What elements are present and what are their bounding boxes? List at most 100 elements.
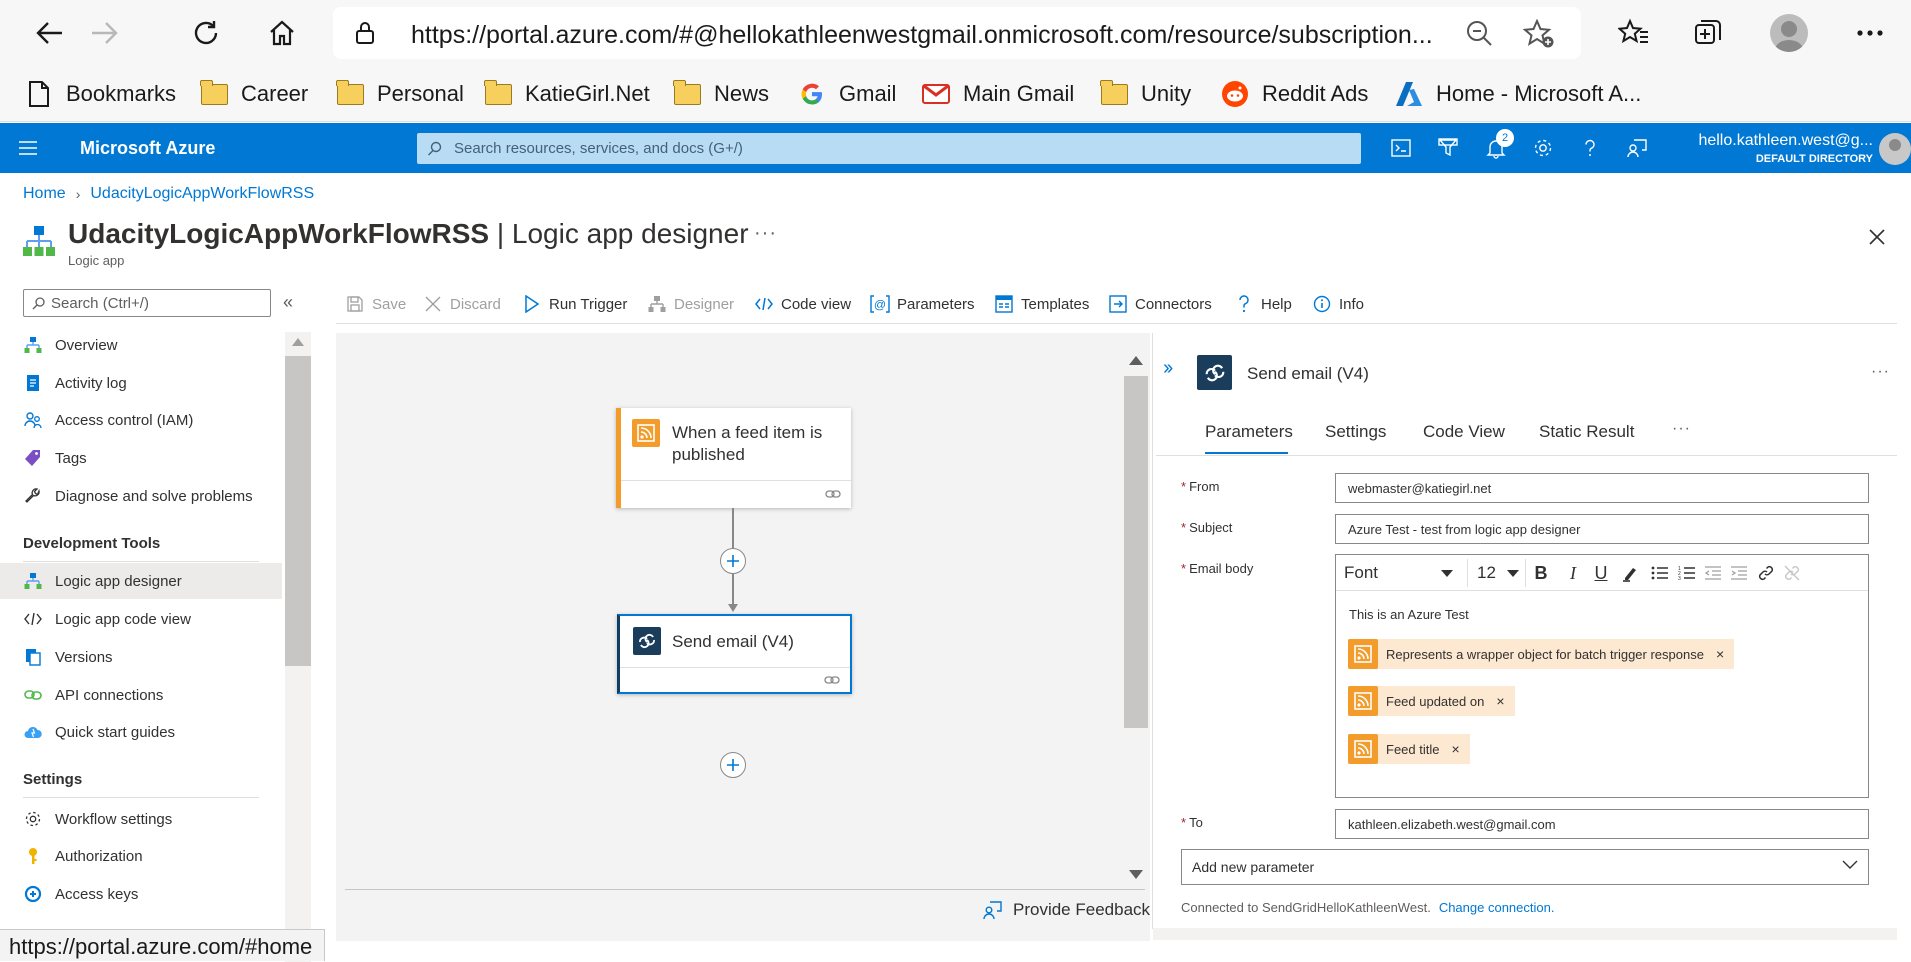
menu-item-quick-start[interactable]: Quick start guides: [0, 714, 282, 750]
directory-filter-icon[interactable]: [1433, 133, 1463, 163]
bookmark-career[interactable]: Career: [200, 78, 308, 110]
remove-link-icon[interactable]: [1780, 561, 1804, 585]
breadcrumb-home[interactable]: Home: [23, 185, 66, 203]
close-icon[interactable]: [1862, 222, 1892, 252]
scroll-down-arrow-icon[interactable]: [1129, 870, 1143, 879]
tab-settings[interactable]: Settings: [1325, 422, 1386, 454]
menu-item-workflow-settings[interactable]: Workflow settings: [0, 801, 282, 837]
menu-scrollbar[interactable]: [285, 332, 311, 962]
menu-item-overview[interactable]: Overview: [0, 327, 282, 363]
account-name[interactable]: hello.kathleen.west@g...: [1698, 132, 1873, 150]
menu-scrollbar-thumb[interactable]: [285, 356, 311, 666]
email-body-text[interactable]: This is an Azure Test: [1349, 607, 1469, 622]
notifications-icon[interactable]: 2: [1481, 129, 1514, 163]
dynamic-content-token[interactable]: Represents a wrapper object for batch tr…: [1348, 639, 1735, 669]
decrease-indent-icon[interactable]: [1701, 561, 1725, 585]
bullet-list-icon[interactable]: [1648, 561, 1672, 585]
canvas-scrollbar-thumb[interactable]: [1124, 376, 1148, 728]
back-button[interactable]: [26, 9, 74, 57]
add-new-parameter-dropdown[interactable]: Add new parameter: [1181, 849, 1869, 885]
bookmark-bookmarks[interactable]: Bookmarks: [25, 78, 176, 110]
cloud-shell-icon[interactable]: [1386, 133, 1416, 163]
menu-item-api-connections[interactable]: API connections: [0, 677, 282, 713]
feedback-icon[interactable]: [1622, 133, 1652, 163]
dynamic-content-token[interactable]: Feed title ×: [1348, 734, 1470, 764]
account-avatar[interactable]: [1879, 133, 1911, 165]
address-bar[interactable]: https://portal.azure.com/#@hellokathleen…: [333, 7, 1581, 59]
bookmark-microsoft-azure[interactable]: Home - Microsoft A...: [1395, 78, 1641, 110]
remove-token-icon[interactable]: ×: [1716, 646, 1724, 662]
remove-token-icon[interactable]: ×: [1496, 693, 1504, 709]
menu-item-access-keys[interactable]: Access keys: [0, 876, 282, 912]
azure-brand[interactable]: Microsoft Azure: [80, 138, 215, 159]
menu-item-authorization[interactable]: Authorization: [0, 838, 282, 874]
discard-button[interactable]: Discard: [423, 290, 501, 318]
run-trigger-button[interactable]: Run Trigger: [522, 290, 627, 318]
highlight-icon[interactable]: [1618, 561, 1642, 585]
code-view-button[interactable]: Code view: [754, 290, 851, 318]
bookmark-news[interactable]: News: [673, 78, 769, 110]
connectors-button[interactable]: Connectors: [1108, 290, 1212, 318]
dynamic-content-token[interactable]: Feed updated on ×: [1348, 686, 1515, 716]
settings-more-button[interactable]: [1846, 9, 1894, 57]
home-button[interactable]: [258, 9, 306, 57]
font-select[interactable]: Font: [1344, 561, 1459, 585]
font-size-select[interactable]: 12: [1477, 561, 1519, 585]
info-button[interactable]: Info: [1312, 290, 1364, 318]
tab-overflow-button[interactable]: ···: [1672, 420, 1691, 438]
numbered-list-icon[interactable]: 123: [1675, 561, 1699, 585]
menu-item-versions[interactable]: Versions: [0, 639, 282, 675]
global-search-input[interactable]: Search resources, services, and docs (G+…: [417, 133, 1361, 164]
menu-item-logic-app-designer[interactable]: Logic app designer: [0, 563, 282, 599]
insert-link-icon[interactable]: [1754, 561, 1778, 585]
help-question-icon[interactable]: [1575, 133, 1605, 163]
settings-gear-icon[interactable]: [1528, 133, 1558, 163]
bookmark-personal[interactable]: Personal: [336, 78, 464, 110]
scroll-up-arrow-icon[interactable]: [292, 338, 304, 346]
hamburger-menu-icon[interactable]: [16, 137, 42, 159]
profile-button[interactable]: [1765, 9, 1813, 57]
change-connection-link[interactable]: Change connection.: [1439, 900, 1555, 915]
from-field[interactable]: webmaster@katiegirl.net: [1335, 473, 1869, 503]
menu-item-activity-log[interactable]: Activity log: [0, 365, 282, 401]
scroll-up-arrow-icon[interactable]: [1129, 356, 1143, 365]
menu-search-input[interactable]: Search (Ctrl+/): [23, 289, 271, 317]
new-step-button[interactable]: [720, 752, 746, 778]
menu-item-tags[interactable]: Tags: [0, 440, 282, 476]
increase-indent-icon[interactable]: [1727, 561, 1751, 585]
templates-button[interactable]: Templates: [994, 290, 1089, 318]
save-button[interactable]: Save: [345, 290, 406, 318]
menu-item-logic-app-code-view[interactable]: Logic app code view: [0, 601, 282, 637]
forward-button[interactable]: [80, 9, 128, 57]
insert-step-button[interactable]: [720, 548, 746, 574]
menu-item-diagnose[interactable]: Diagnose and solve problems: [0, 478, 282, 514]
favorites-button[interactable]: [1610, 9, 1658, 57]
collapse-menu-icon[interactable]: «: [283, 292, 293, 313]
tab-code-view[interactable]: Code View: [1423, 422, 1505, 454]
bookmark-katiegirl[interactable]: KatieGirl.Net: [484, 78, 650, 110]
subject-field[interactable]: Azure Test - test from logic app designe…: [1335, 514, 1869, 544]
bookmark-main-gmail[interactable]: Main Gmail: [922, 78, 1074, 110]
email-body-editor[interactable]: Font 12 B I U 123 This is an Azure Test …: [1335, 554, 1869, 798]
bookmark-reddit-ads[interactable]: Reddit Ads: [1221, 78, 1368, 110]
canvas-scrollbar[interactable]: [1124, 338, 1148, 879]
bookmark-unity[interactable]: Unity: [1100, 78, 1191, 110]
expand-panel-icon[interactable]: ››: [1163, 357, 1173, 380]
italic-icon[interactable]: I: [1561, 561, 1585, 585]
add-favorite-icon[interactable]: [1523, 19, 1555, 49]
help-button[interactable]: Help: [1234, 290, 1292, 318]
bold-icon[interactable]: B: [1529, 561, 1553, 585]
tab-parameters[interactable]: Parameters: [1205, 422, 1293, 454]
panel-horizontal-scrollbar[interactable]: [1153, 928, 1897, 940]
send-email-action-card[interactable]: Send email (V4): [617, 614, 852, 694]
breadcrumb-resource[interactable]: UdacityLogicAppWorkFlowRSS: [90, 185, 314, 203]
parameters-button[interactable]: @ Parameters: [870, 290, 975, 318]
refresh-button[interactable]: [182, 9, 230, 57]
panel-more-button[interactable]: ···: [1871, 363, 1890, 381]
url-text[interactable]: https://portal.azure.com/#@hellokathleen…: [411, 21, 1433, 50]
zoom-out-icon[interactable]: [1465, 19, 1493, 47]
provide-feedback-button[interactable]: Provide Feedback: [983, 898, 1150, 922]
designer-button[interactable]: Designer: [647, 290, 734, 318]
tab-static-result[interactable]: Static Result: [1539, 422, 1634, 454]
account-directory[interactable]: DEFAULT DIRECTORY: [1756, 153, 1873, 165]
